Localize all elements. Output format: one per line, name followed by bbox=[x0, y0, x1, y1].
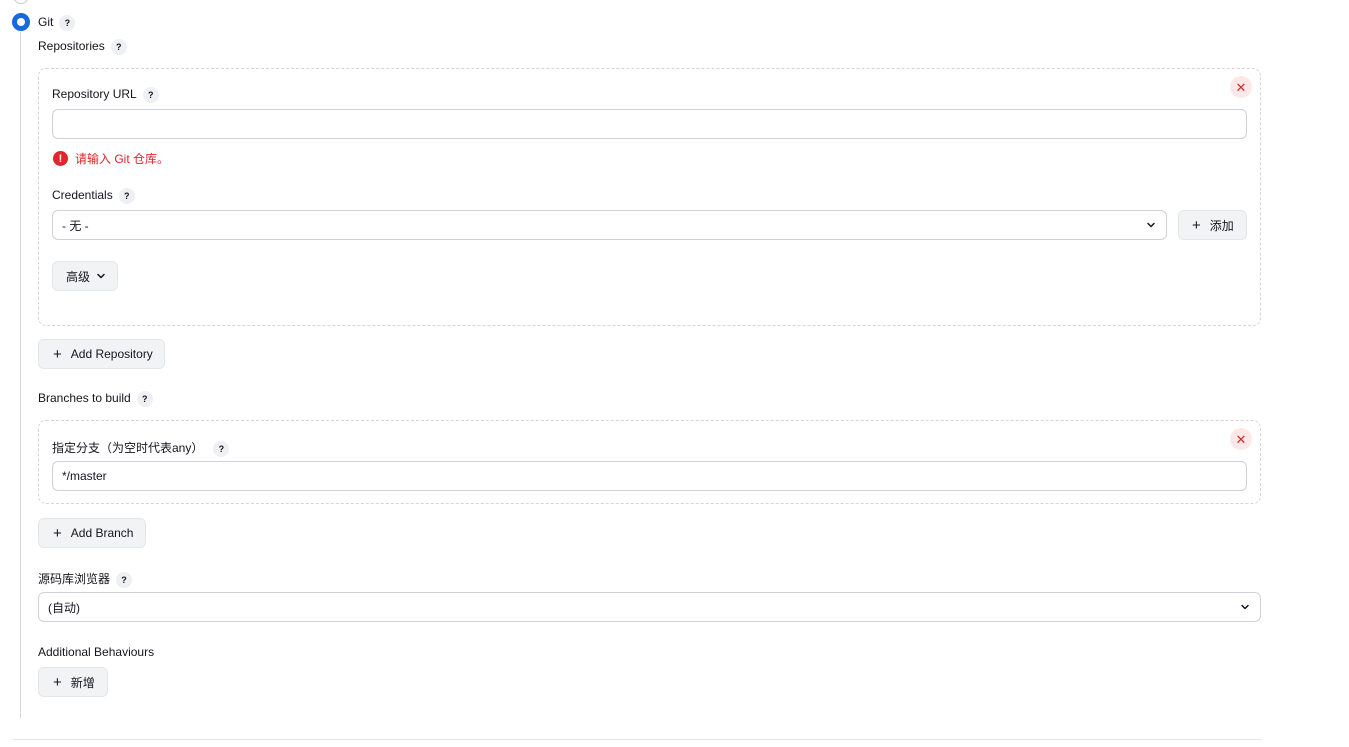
add-behaviour-label: 新增 bbox=[70, 675, 95, 690]
repository-panel bbox=[38, 68, 1261, 326]
remove-repository-button[interactable]: ✕ bbox=[1230, 76, 1252, 98]
help-icon[interactable]: ? bbox=[142, 87, 159, 103]
section-indent-line bbox=[20, 32, 21, 718]
repository-url-input[interactable] bbox=[52, 109, 1247, 139]
git-label: Git bbox=[38, 15, 54, 30]
behaviours-label: Additional Behaviours bbox=[38, 645, 155, 659]
chevron-down-icon bbox=[97, 273, 105, 279]
git-option: Git? bbox=[38, 15, 76, 31]
branch-specifier-input[interactable] bbox=[52, 461, 1247, 491]
behaviours-heading: Additional Behaviours bbox=[38, 645, 154, 659]
add-repository-button[interactable]: + Add Repository bbox=[38, 339, 165, 369]
advanced-button[interactable]: 高级 bbox=[52, 261, 118, 291]
help-icon[interactable]: ? bbox=[136, 391, 153, 407]
help-icon[interactable]: ? bbox=[118, 188, 135, 204]
browser-selected-value: (自动) bbox=[48, 600, 80, 615]
add-credentials-button[interactable]: + 添加 bbox=[1178, 210, 1247, 240]
branches-heading: Branches to build? bbox=[38, 391, 153, 407]
help-icon[interactable]: ? bbox=[213, 440, 230, 457]
credentials-select[interactable]: - 无 - bbox=[52, 210, 1167, 240]
credentials-label: Credentials bbox=[52, 188, 113, 203]
scm-none-radio[interactable] bbox=[13, 0, 29, 4]
add-branch-button[interactable]: + Add Branch bbox=[38, 518, 146, 548]
repository-url-heading: Repository URL? bbox=[52, 87, 159, 103]
plus-icon: + bbox=[1192, 216, 1201, 234]
section-divider bbox=[13, 739, 1262, 740]
remove-branch-button[interactable]: ✕ bbox=[1230, 428, 1252, 450]
repository-browser-select[interactable]: (自动) bbox=[38, 592, 1261, 622]
add-branch-label: Add Branch bbox=[70, 526, 134, 540]
repositories-heading: Repositories? bbox=[38, 39, 127, 55]
help-icon[interactable]: ? bbox=[116, 571, 133, 588]
credentials-selected-value: - 无 - bbox=[62, 218, 89, 233]
branches-label: Branches to build bbox=[38, 391, 131, 406]
git-radio[interactable] bbox=[12, 13, 30, 31]
browser-heading: 源码库浏览器? bbox=[38, 570, 133, 588]
add-credentials-label: 添加 bbox=[1209, 218, 1234, 233]
repository-url-label: Repository URL bbox=[52, 87, 137, 102]
error-icon: ! bbox=[53, 151, 68, 166]
add-repository-label: Add Repository bbox=[70, 347, 153, 361]
plus-icon: + bbox=[53, 345, 62, 363]
help-icon[interactable]: ? bbox=[59, 15, 76, 31]
repository-url-error: ! 请输入 Git 仓库。 bbox=[53, 150, 169, 167]
browser-label: 源码库浏览器 bbox=[38, 572, 111, 586]
repositories-label: Repositories bbox=[38, 39, 105, 54]
plus-icon: + bbox=[53, 673, 62, 691]
add-behaviour-button[interactable]: + 新增 bbox=[38, 667, 108, 697]
branch-specifier-heading: 指定分支（为空时代表any）? bbox=[52, 439, 230, 457]
chevron-down-icon bbox=[1147, 222, 1155, 228]
chevron-down-icon bbox=[1241, 604, 1249, 610]
credentials-heading: Credentials? bbox=[52, 188, 135, 204]
advanced-label: 高级 bbox=[66, 269, 91, 284]
radio-dot bbox=[17, 18, 25, 26]
help-icon[interactable]: ? bbox=[110, 39, 127, 55]
plus-icon: + bbox=[53, 524, 62, 542]
branch-specifier-label: 指定分支（为空时代表any） bbox=[52, 441, 204, 455]
error-message: 请输入 Git 仓库。 bbox=[75, 152, 170, 166]
